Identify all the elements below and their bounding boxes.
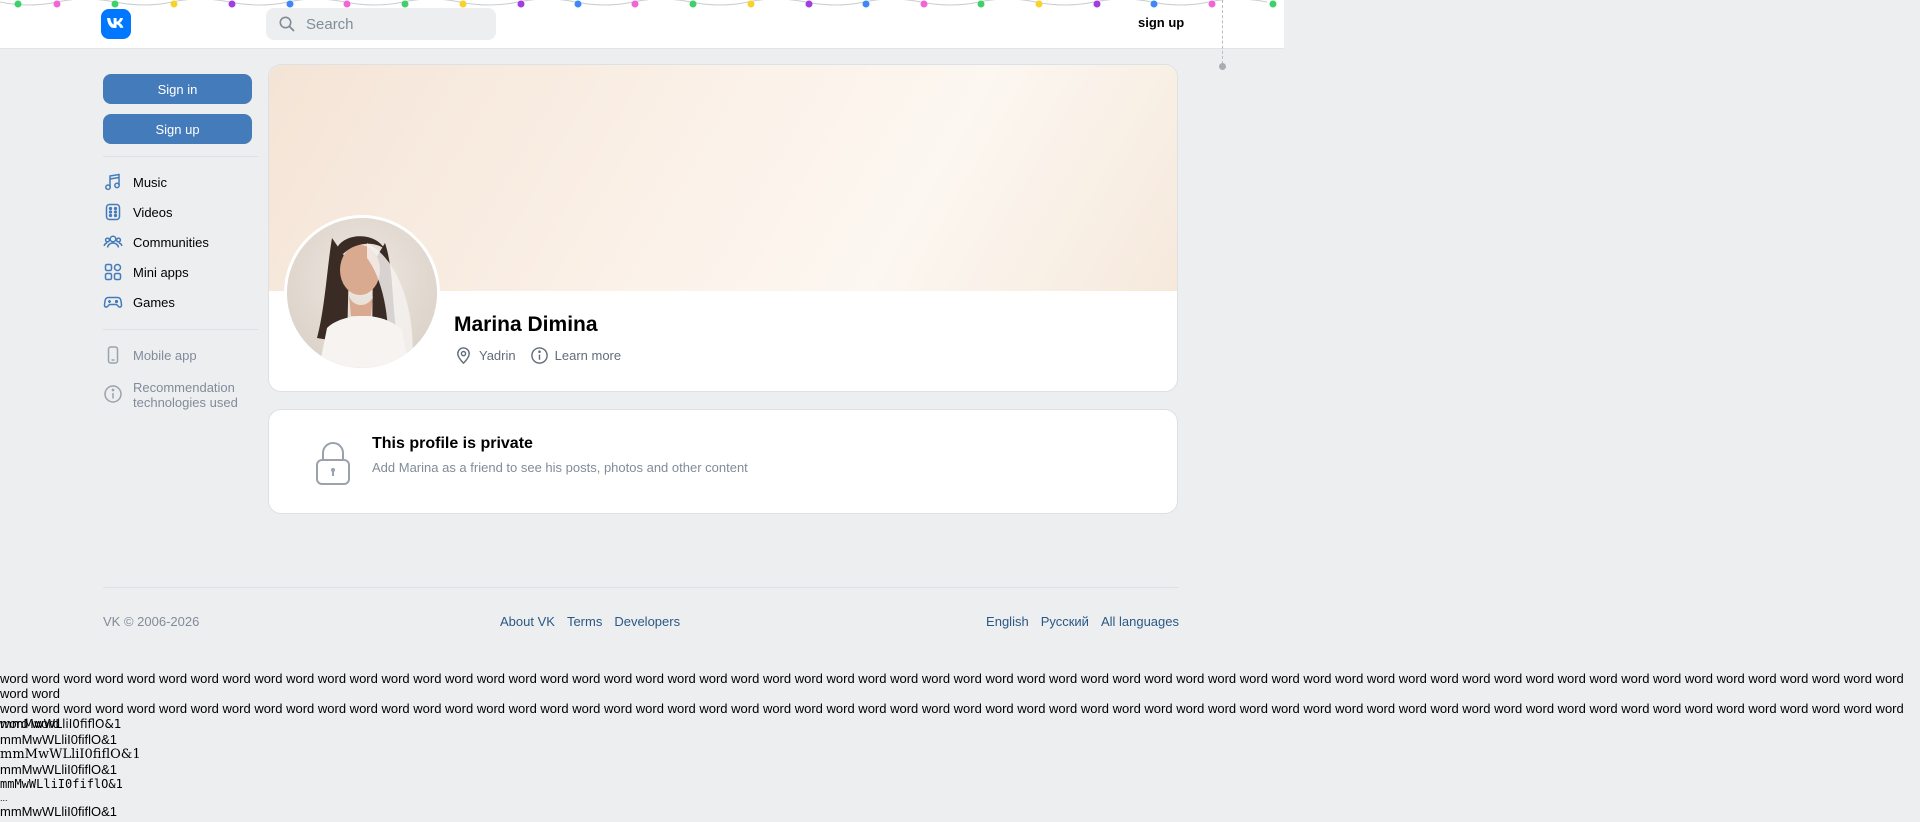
- test-words-block: word word word word word word word word …: [0, 671, 1920, 731]
- footer-divider: [103, 587, 1179, 588]
- garland-decoration: [0, 0, 1277, 8]
- copyright: VK © 2006-2026: [103, 614, 200, 629]
- apps-icon: [104, 263, 122, 281]
- lock-icon: [316, 442, 350, 485]
- avatar[interactable]: [284, 215, 440, 371]
- font-sample: mmMwWLliI0fiflO&1: [0, 762, 118, 777]
- gamepad-icon: [103, 296, 123, 308]
- vk-logo-icon: [107, 18, 124, 29]
- font-sample: mmMwWLliI0fiflO&1: [0, 717, 122, 731]
- search-box[interactable]: [266, 8, 496, 40]
- learn-more-button[interactable]: Learn more: [530, 346, 621, 365]
- profile-meta: Yadrin Learn more: [454, 346, 635, 365]
- mobile-phone-icon: [107, 346, 119, 364]
- font-samples: mmMwWLliI0fiflO&1 mmMwWLliI0fiflO&1 mmMw…: [0, 717, 141, 819]
- top-header: sign up: [0, 0, 1284, 49]
- font-sample: mmMwWLliI0fiflO&1: [0, 747, 141, 762]
- search-icon: [279, 16, 295, 32]
- footer-link-developers[interactable]: Developers: [614, 614, 680, 629]
- sidebar-item-label: Music: [133, 174, 167, 190]
- font-sample-dots: ...: [0, 793, 8, 803]
- private-profile-notice: This profile is private Add Marina as a …: [269, 410, 1177, 513]
- info-icon: [104, 385, 122, 403]
- sidebar-divider: [103, 329, 258, 330]
- learn-more-label: Learn more: [554, 348, 622, 363]
- left-sidebar: Sign in Sign up Music Videos Communities…: [103, 74, 258, 420]
- sidebar-item-label: Communities: [133, 234, 209, 250]
- sidebar-item-mini-apps[interactable]: Mini apps: [103, 257, 258, 287]
- language-english[interactable]: English: [986, 614, 1029, 629]
- location-pin-icon: [457, 347, 470, 365]
- footer-link-terms[interactable]: Terms: [567, 614, 602, 629]
- font-sample: mmMwWLliI0fiflO&1: [0, 732, 118, 747]
- language-russian[interactable]: Русский: [1041, 614, 1089, 629]
- avatar-photo: [287, 218, 437, 368]
- test-words-line: word word word word word word word word …: [0, 671, 1904, 701]
- language-all[interactable]: All languages: [1101, 614, 1179, 629]
- sidebar-item-videos[interactable]: Videos: [103, 197, 258, 227]
- test-words-line: word word word word word word word word …: [0, 701, 1904, 731]
- recommendation-line-1: Recommendation: [133, 380, 235, 395]
- sign-up-button[interactable]: Sign up: [103, 114, 252, 144]
- sign-in-button[interactable]: Sign in: [103, 74, 252, 104]
- language-links: English Русский All languages: [986, 614, 1191, 629]
- sidebar-item-label: Mini apps: [133, 264, 189, 280]
- header-signup-link[interactable]: sign up: [1138, 15, 1184, 30]
- font-sample: mmMwWLliI0fiflO&1: [0, 777, 123, 791]
- recommendation-line-2: technologies used: [133, 395, 238, 410]
- sidebar-item-games[interactable]: Games: [103, 287, 258, 317]
- profile-card: Marina Dimina Yadrin Learn more: [269, 65, 1177, 391]
- sidebar-item-communities[interactable]: Communities: [103, 227, 258, 257]
- footer-link-about[interactable]: About VK: [500, 614, 555, 629]
- location-text: Yadrin: [479, 348, 516, 363]
- search-input[interactable]: [304, 14, 488, 34]
- info-icon: [530, 347, 548, 364]
- vk-logo[interactable]: [101, 9, 131, 39]
- recommendation-label: Recommendation technologies used: [133, 380, 238, 410]
- users-icon: [103, 235, 123, 248]
- footer-links: About VK Terms Developers: [500, 614, 692, 629]
- footer: VK © 2006-2026 About VK Terms Developers…: [103, 614, 1179, 634]
- sidebar-item-mobile-app[interactable]: Mobile app: [103, 340, 258, 370]
- music-icon: [105, 173, 120, 191]
- sidebar-item-music[interactable]: Music: [103, 167, 258, 197]
- mobile-app-label: Mobile app: [133, 347, 197, 363]
- profile-location: Yadrin: [454, 346, 516, 365]
- font-sample: mmMwWLliI0fiflO&1: [0, 804, 118, 819]
- garland-rope-end: [1219, 63, 1226, 70]
- private-title: This profile is private: [372, 435, 533, 452]
- private-subtitle: Add Marina as a friend to see his posts,…: [372, 460, 748, 475]
- sidebar-item-recommendations[interactable]: Recommendation technologies used: [103, 376, 258, 420]
- profile-name: Marina Dimina: [454, 313, 598, 336]
- sidebar-item-label: Games: [133, 294, 175, 310]
- sidebar-divider: [103, 156, 258, 157]
- garland-rope: [1222, 0, 1224, 64]
- video-icon: [105, 203, 121, 221]
- sidebar-item-label: Videos: [133, 204, 173, 220]
